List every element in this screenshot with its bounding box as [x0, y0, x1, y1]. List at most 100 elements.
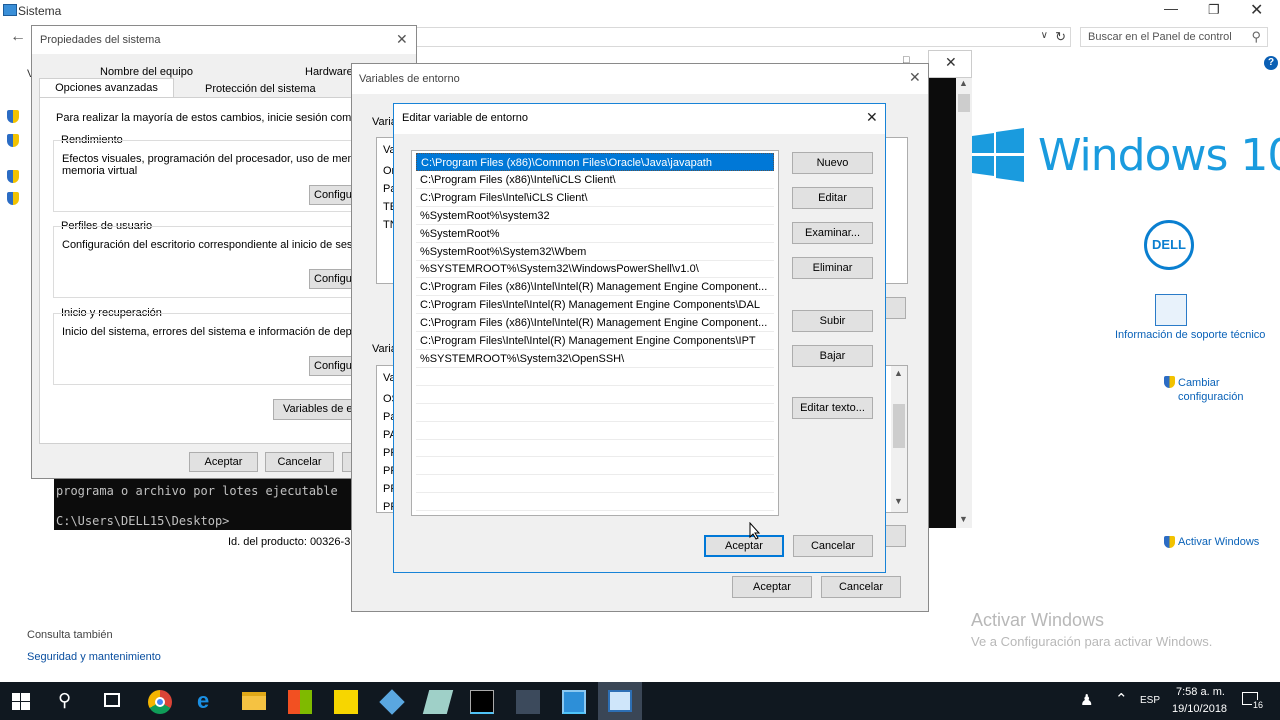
path-entries-list[interactable]: C:\Program Files (x86)\Common Files\Orac…: [411, 150, 779, 516]
tab-computer-name[interactable]: Nombre del equipo: [100, 66, 193, 78]
sysprops-cancel-button[interactable]: Cancelar: [265, 452, 334, 472]
search-icon[interactable]: ⚲: [1251, 29, 1261, 45]
active-app-highlight[interactable]: [598, 682, 642, 720]
close-icon[interactable]: ✕: [945, 54, 957, 71]
file-explorer-icon[interactable]: [242, 692, 266, 710]
path-entry[interactable]: %SYSTEMROOT%\System32\OpenSSH\: [416, 350, 774, 368]
taskbar: ⚲ e ♟ ⌃ ESP 7:58 a. m. 19/10/2018 16: [0, 682, 1280, 720]
browse-button[interactable]: Examinar...: [792, 222, 873, 244]
close-icon[interactable]: ✕: [396, 31, 408, 48]
help-icon[interactable]: ?: [1264, 56, 1278, 70]
shield-icon: [7, 170, 19, 183]
scroll-thumb[interactable]: [893, 404, 905, 448]
close-icon[interactable]: ✕: [866, 109, 878, 126]
dell-logo: DELL: [1144, 220, 1194, 270]
app-window-icon[interactable]: [562, 690, 586, 714]
path-entry[interactable]: %SystemRoot%: [416, 225, 774, 243]
language-indicator[interactable]: ESP: [1140, 695, 1160, 706]
edit-cancel-button[interactable]: Cancelar: [793, 535, 873, 557]
address-bar[interactable]: ∨ ↻: [415, 27, 1071, 47]
chevron-up-icon[interactable]: ⌃: [1115, 690, 1128, 708]
path-entry[interactable]: C:\Program Files\Intel\iCLS Client\: [416, 189, 774, 207]
path-entry-empty[interactable]: [416, 457, 774, 476]
path-entry-empty[interactable]: [416, 439, 774, 458]
edit-button[interactable]: Editar: [792, 187, 873, 209]
path-entry-empty[interactable]: [416, 422, 774, 440]
app-diamond-icon[interactable]: [516, 690, 540, 714]
move-up-button[interactable]: Subir: [792, 310, 873, 332]
path-entry-empty[interactable]: [416, 475, 774, 494]
app-cube-icon[interactable]: [379, 689, 405, 715]
path-entry-empty[interactable]: [416, 493, 774, 512]
shield-icon: [7, 192, 19, 205]
store-icon[interactable]: [288, 690, 312, 714]
tab-system-protection[interactable]: Protección del sistema: [205, 83, 316, 95]
scroll-up-icon[interactable]: ▲: [959, 78, 968, 88]
edit-text-button[interactable]: Editar texto...: [792, 397, 873, 419]
entries-container: C:\Program Files (x86)\Common Files\Orac…: [412, 153, 778, 513]
edit-accept-button[interactable]: Aceptar: [704, 535, 784, 557]
maximize-icon[interactable]: □: [903, 54, 910, 66]
activate-windows-link[interactable]: Activar Windows: [1178, 536, 1259, 548]
cmd-output-line: programa o archivo por lotes ejecutable: [56, 484, 338, 498]
clock-time[interactable]: 7:58 a. m.: [1176, 686, 1225, 698]
search-icon[interactable]: ⚲: [58, 690, 71, 711]
sys-vars-scrollbar[interactable]: ▲ ▼: [891, 366, 907, 512]
new-button[interactable]: Nuevo: [792, 152, 873, 174]
scroll-thumb[interactable]: [958, 94, 970, 112]
change-config-link[interactable]: Cambiar configuración: [1178, 376, 1268, 404]
search-box[interactable]: Buscar en el Panel de control ⚲: [1080, 27, 1268, 47]
start-button[interactable]: [12, 693, 30, 710]
close-button[interactable]: ✕: [1250, 0, 1263, 20]
move-down-button[interactable]: Bajar: [792, 345, 873, 367]
scroll-down-icon[interactable]: ▼: [894, 496, 903, 506]
path-entry[interactable]: %SystemRoot%\System32\Wbem: [416, 243, 774, 261]
path-entry[interactable]: C:\Program Files\Intel\Intel(R) Manageme…: [416, 296, 774, 315]
support-info-link[interactable]: Información de soporte técnico: [1115, 329, 1265, 341]
sysprops-title: Propiedades del sistema: [40, 34, 161, 46]
scroll-down-icon[interactable]: ▼: [959, 514, 968, 524]
path-entry[interactable]: C:\Program Files\Intel\Intel(R) Manageme…: [416, 332, 774, 350]
scroll-up-icon[interactable]: ▲: [894, 368, 903, 378]
cmd-window-titlebar-piece: ✕: [928, 50, 972, 78]
system-app-icon[interactable]: [608, 690, 632, 712]
sysprops-accept-button[interactable]: Aceptar: [189, 452, 258, 472]
chrome-icon[interactable]: [148, 690, 172, 714]
back-arrow-icon[interactable]: ←: [10, 28, 26, 46]
delete-button[interactable]: Eliminar: [792, 257, 873, 279]
security-link[interactable]: Seguridad y mantenimiento: [27, 651, 161, 663]
chevron-down-icon[interactable]: ∨: [1041, 30, 1048, 41]
startup-recovery-desc: Inicio del sistema, errores del sistema …: [62, 326, 388, 338]
path-entry[interactable]: C:\Program Files (x86)\Intel\Intel(R) Ma…: [416, 314, 774, 333]
refresh-icon[interactable]: ↻: [1055, 29, 1066, 45]
path-entry[interactable]: %SystemRoot%\system32: [416, 207, 774, 225]
tab-advanced[interactable]: Opciones avanzadas: [39, 78, 174, 98]
search-input[interactable]: Buscar en el Panel de control: [1088, 31, 1232, 43]
task-view-icon[interactable]: [104, 693, 120, 707]
sticky-notes-icon[interactable]: [334, 690, 358, 714]
edge-icon[interactable]: e: [197, 688, 209, 714]
tab-hardware[interactable]: Hardware: [305, 66, 353, 78]
vertical-scrollbar[interactable]: ▲ ▼: [956, 78, 972, 528]
people-icon[interactable]: ♟: [1080, 691, 1093, 709]
clock-date[interactable]: 19/10/2018: [1172, 703, 1227, 715]
product-id-label: Id. del producto: 00326-3: [228, 536, 351, 548]
notification-count: 16: [1252, 700, 1265, 710]
path-entry[interactable]: C:\Program Files (x86)\Intel\iCLS Client…: [416, 171, 774, 189]
path-entry[interactable]: %SYSTEMROOT%\System32\WindowsPowerShell\…: [416, 260, 774, 279]
env-cancel-button[interactable]: Cancelar: [821, 576, 901, 598]
path-entry[interactable]: C:\Program Files (x86)\Intel\Intel(R) Ma…: [416, 278, 774, 297]
env-accept-button[interactable]: Aceptar: [732, 576, 812, 598]
path-entry[interactable]: C:\Program Files (x86)\Common Files\Orac…: [416, 153, 774, 171]
maximize-button[interactable]: ❐: [1208, 2, 1220, 18]
close-icon[interactable]: ✕: [909, 69, 921, 86]
cmd-prompt-line: C:\Users\DELL15\Desktop>: [56, 514, 230, 528]
sysprops-title-bar: Propiedades del sistema ✕: [32, 26, 416, 54]
app-tile-icon[interactable]: [422, 690, 454, 714]
cmd-taskbar-icon[interactable]: [470, 690, 494, 714]
path-entry-empty[interactable]: [416, 368, 774, 386]
path-entry-empty[interactable]: [416, 386, 774, 404]
windows-brand-text: Windows 10: [1038, 130, 1280, 181]
minimize-button[interactable]: —: [1164, 0, 1178, 16]
path-entry-empty[interactable]: [416, 404, 774, 422]
